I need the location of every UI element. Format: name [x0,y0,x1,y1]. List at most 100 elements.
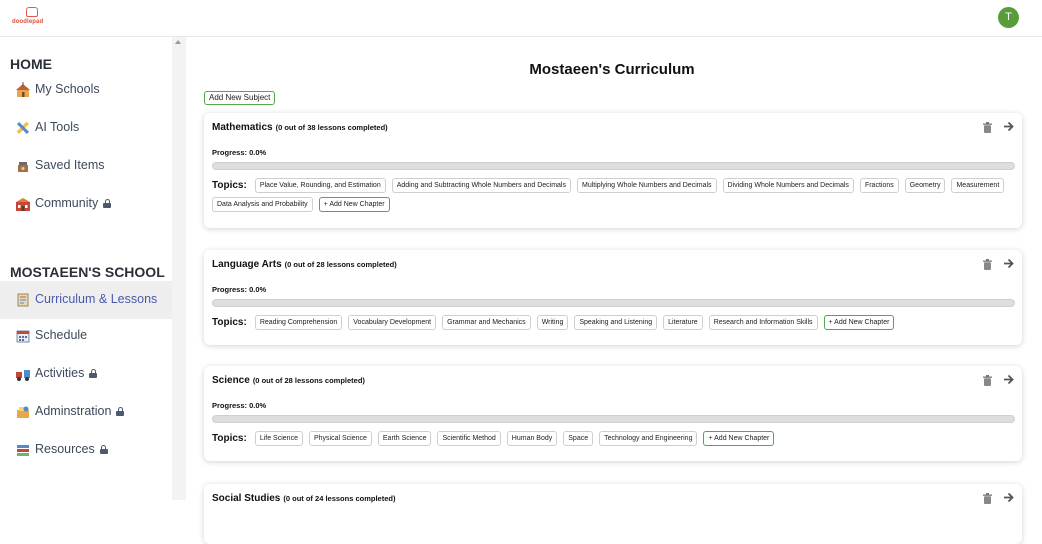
topic-chip[interactable]: Fractions [859,178,899,193]
delete-subject-trash-icon[interactable] [983,259,992,270]
activities-icon [16,370,30,381]
user-avatar[interactable]: T [998,7,1019,28]
delete-subject-trash-icon[interactable] [983,493,992,504]
open-subject-arrow-icon[interactable] [1003,492,1014,503]
topic-chip[interactable]: Scientific Method [437,431,501,446]
subject-name: Mathematics [212,122,273,133]
notebook-icon [17,293,29,307]
topic-chip[interactable]: Adding and Subtracting Whole Numbers and… [391,178,571,193]
topic-chip[interactable]: Grammar and Mechanics [442,315,531,330]
sidebar-item-resources[interactable]: Resources [0,433,172,467]
topic-chip[interactable]: Multiplying Whole Numbers and Decimals [576,178,717,193]
topic-chip[interactable]: Space [563,431,594,446]
page-title: Mostaeen's Curriculum [529,61,695,78]
topic-chip[interactable]: Human Body [506,431,558,446]
topics-label: Topics: [212,317,247,328]
sidebar-item-label: AI Tools [35,120,80,134]
add-chapter-button[interactable]: + Add New Chapter [318,197,390,212]
pencil-ruler-icon [16,121,30,135]
school-icon [16,82,30,97]
sidebar-item-label: Curriculum & Lessons [35,292,158,306]
books-icon [17,445,29,456]
sidebar-item-saved-items[interactable]: Saved Items [0,149,172,183]
progress-bar [212,299,1015,307]
subject-name: Social Studies [212,493,281,504]
open-subject-arrow-icon[interactable] [1003,374,1014,385]
sidebar-item-my-schools[interactable]: My Schools [0,73,172,107]
saved-icon [18,162,28,172]
open-subject-arrow-icon[interactable] [1003,121,1014,132]
topic-chip[interactable]: Earth Science [377,431,432,446]
logo-text: doodlepad [12,19,44,25]
topic-chip[interactable]: Reading Comprehension [254,315,343,330]
sidebar-heading-school: MOSTAEEN'S SCHOOL [10,264,165,280]
progress-bar [212,162,1015,170]
lock-icon [103,199,112,208]
subject-title[interactable]: Science (0 out of 28 lessons completed) [212,375,365,386]
topic-chip[interactable]: Data Analysis and Probability [212,197,313,212]
sidebar-item-label: Activities [35,366,98,380]
add-subject-button[interactable]: Add New Subject [204,91,276,105]
top-bar: doodlepad T [0,0,1042,37]
topic-chip[interactable]: Geometry [904,178,946,193]
sidebar-item-curriculum[interactable]: Curriculum & Lessons [0,281,172,319]
progress-label: Progress: 0.0% [212,285,267,294]
sidebar-item-adminstration[interactable]: Adminstration [0,395,172,429]
lock-icon [99,445,108,454]
subject-card: Social Studies (0 out of 24 lessons compl… [204,484,1022,544]
subject-name: Language Arts [212,259,282,270]
sidebar-item-label: Community [35,196,112,210]
scroll-up-arrow-icon[interactable] [175,40,181,44]
open-subject-arrow-icon[interactable] [1003,258,1014,269]
topic-chip[interactable]: Vocabulary Development [348,315,437,330]
topics-list: Topics: Place Value, Rounding, and Estima… [212,178,1018,212]
lesson-count: (0 out of 24 lessons completed) [283,494,396,503]
lock-icon [89,369,98,378]
logo-mark-icon [26,7,38,17]
sidebar-item-label: My Schools [35,82,100,96]
sidebar-item-label: Resources [35,442,108,456]
progress-label: Progress: 0.0% [212,148,267,157]
subject-title[interactable]: Social Studies (0 out of 24 lessons compl… [212,493,395,504]
sidebar-item-label: Schedule [35,328,88,342]
sidebar-item-schedule[interactable]: Schedule [0,319,172,353]
lesson-count: (0 out of 28 lessons completed) [252,376,365,385]
add-chapter-button[interactable]: + Add New Chapter [703,431,775,446]
topic-chip[interactable]: Place Value, Rounding, and Estimation [254,178,386,193]
subject-title[interactable]: Language Arts (0 out of 28 lessons comple… [212,259,397,270]
sidebar-scrollbar[interactable] [172,37,186,500]
topic-chip[interactable]: Research and Information Skills [708,315,818,330]
topics-list: Topics: Reading Comprehension Vocabulary D… [212,315,1018,330]
lesson-count: (0 out of 38 lessons completed) [275,123,388,132]
subject-name: Science [212,375,250,386]
topic-chip[interactable]: Physical Science [308,431,372,446]
doodlepad-logo[interactable]: doodlepad [12,7,52,29]
delete-subject-trash-icon[interactable] [983,122,992,133]
add-chapter-button[interactable]: + Add New Chapter [823,315,895,330]
topic-chip[interactable]: Speaking and Listening [574,315,658,330]
topic-chip[interactable]: Life Science [254,431,303,446]
sidebar-item-activities[interactable]: Activities [0,357,172,391]
topics-label: Topics: [212,180,247,191]
sidebar-heading-home: HOME [10,56,52,72]
topic-chip[interactable]: Writing [536,315,569,330]
subject-card: Language Arts (0 out of 28 lessons comple… [204,250,1022,345]
topic-chip[interactable]: Technology and Engineering [599,431,698,446]
calendar-icon [16,330,30,343]
sidebar-item-ai-tools[interactable]: AI Tools [0,111,172,145]
topic-chip[interactable]: Literature [663,315,703,330]
sidebar-item-community[interactable]: Community [0,187,172,221]
progress-bar [212,415,1015,423]
lock-icon [116,407,125,416]
admin-icon [17,406,29,418]
topic-chip[interactable]: Measurement [951,178,1005,193]
community-icon [16,198,30,211]
delete-subject-trash-icon[interactable] [983,375,992,386]
subject-title[interactable]: Mathematics (0 out of 38 lessons complete… [212,122,388,133]
sidebar-item-label: Saved Items [35,158,105,172]
topics-label: Topics: [212,433,247,444]
topic-chip[interactable]: Dividing Whole Numbers and Decimals [722,178,854,193]
lesson-count: (0 out of 28 lessons completed) [284,260,397,269]
subject-card: Science (0 out of 28 lessons completed) Pr… [204,366,1022,461]
progress-label: Progress: 0.0% [212,401,267,410]
